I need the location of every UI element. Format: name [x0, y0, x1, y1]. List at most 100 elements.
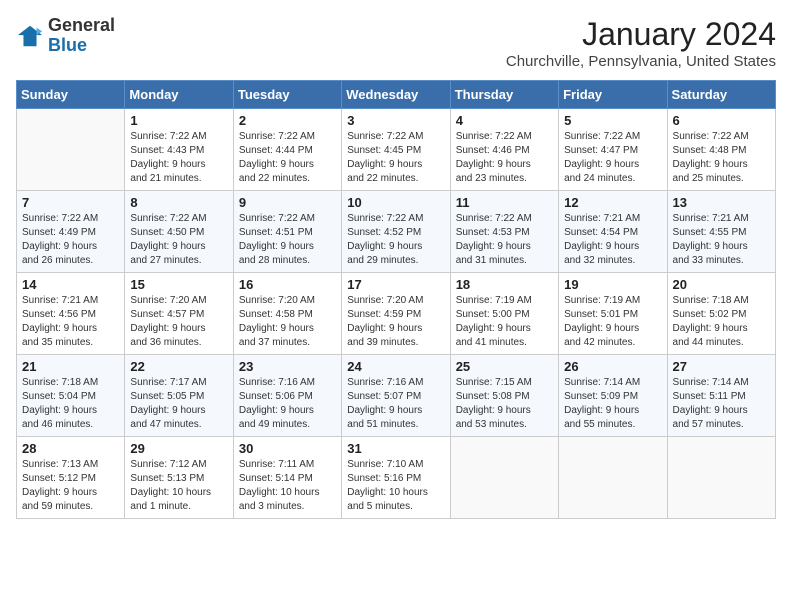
- day-info: Sunrise: 7:13 AMSunset: 5:12 PMDaylight:…: [22, 458, 119, 514]
- calendar-cell: 28 Sunrise: 7:13 AMSunset: 5:12 PMDayligh…: [17, 437, 125, 519]
- day-header-thursday: Thursday: [450, 81, 558, 109]
- calendar-cell: 20Sunrise: 7:18 AMSunset: 5:02 PMDayligh…: [667, 273, 775, 355]
- day-number: 23: [239, 359, 336, 374]
- day-number: 8: [130, 195, 227, 210]
- calendar-cell: 5Sunrise: 7:22 AMSunset: 4:47 PMDaylight…: [559, 109, 667, 191]
- day-info: Sunrise: 7:11 AMSunset: 5:14 PMDaylight:…: [239, 458, 336, 514]
- calendar-cell: [450, 437, 558, 519]
- calendar-cell: 31Sunrise: 7:10 AMSunset: 5:16 PMDayligh…: [342, 437, 450, 519]
- location: Churchville, Pennsylvania, United States: [506, 53, 776, 70]
- calendar-table: SundayMondayTuesdayWednesdayThursdayFrid…: [16, 80, 776, 519]
- day-info: Sunrise: 7:16 AMSunset: 5:07 PMDaylight:…: [347, 376, 444, 432]
- day-number: 19: [564, 277, 661, 292]
- day-number: 11: [456, 195, 553, 210]
- day-number: 16: [239, 277, 336, 292]
- day-info: Sunrise: 7:14 AMSunset: 5:09 PMDaylight:…: [564, 376, 661, 432]
- day-number: 15: [130, 277, 227, 292]
- day-number: 25: [456, 359, 553, 374]
- calendar-cell: 1 Sunrise: 7:22 AMSunset: 4:43 PMDaylight…: [125, 109, 233, 191]
- day-number: 31: [347, 441, 444, 456]
- day-info: Sunrise: 7:22 AMSunset: 4:43 PMDaylight:…: [130, 130, 227, 186]
- day-info: Sunrise: 7:21 AMSunset: 4:55 PMDaylight:…: [673, 212, 770, 268]
- calendar-cell: 10 Sunrise: 7:22 AMSunset: 4:52 PMDayligh…: [342, 191, 450, 273]
- week-row-5: 28 Sunrise: 7:13 AMSunset: 5:12 PMDayligh…: [17, 437, 776, 519]
- day-number: 22: [130, 359, 227, 374]
- day-info: Sunrise: 7:19 AMSunset: 5:01 PMDaylight:…: [564, 294, 661, 350]
- calendar-cell: 29Sunrise: 7:12 AMSunset: 5:13 PMDayligh…: [125, 437, 233, 519]
- day-number: 26: [564, 359, 661, 374]
- calendar-header-row: SundayMondayTuesdayWednesdayThursdayFrid…: [17, 81, 776, 109]
- day-header-monday: Monday: [125, 81, 233, 109]
- day-number: 9: [239, 195, 336, 210]
- calendar-cell: 12 Sunrise: 7:21 AMSunset: 4:54 PMDayligh…: [559, 191, 667, 273]
- day-info: Sunrise: 7:17 AMSunset: 5:05 PMDaylight:…: [130, 376, 227, 432]
- calendar-cell: 11 Sunrise: 7:22 AMSunset: 4:53 PMDayligh…: [450, 191, 558, 273]
- day-number: 2: [239, 113, 336, 128]
- day-number: 1: [130, 113, 227, 128]
- day-info: Sunrise: 7:22 AMSunset: 4:53 PMDaylight:…: [456, 212, 553, 268]
- calendar-cell: [17, 109, 125, 191]
- week-row-1: 1 Sunrise: 7:22 AMSunset: 4:43 PMDaylight…: [17, 109, 776, 191]
- day-number: 18: [456, 277, 553, 292]
- day-info: Sunrise: 7:18 AMSunset: 5:04 PMDaylight:…: [22, 376, 119, 432]
- calendar-cell: 14 Sunrise: 7:21 AMSunset: 4:56 PMDayligh…: [17, 273, 125, 355]
- day-header-tuesday: Tuesday: [233, 81, 341, 109]
- day-info: Sunrise: 7:20 AMSunset: 4:58 PMDaylight:…: [239, 294, 336, 350]
- day-info: Sunrise: 7:22 AMSunset: 4:52 PMDaylight:…: [347, 212, 444, 268]
- day-info: Sunrise: 7:22 AMSunset: 4:44 PMDaylight:…: [239, 130, 336, 186]
- day-info: Sunrise: 7:20 AMSunset: 4:57 PMDaylight:…: [130, 294, 227, 350]
- calendar-cell: 19 Sunrise: 7:19 AMSunset: 5:01 PMDayligh…: [559, 273, 667, 355]
- calendar-cell: 22 Sunrise: 7:17 AMSunset: 5:05 PMDayligh…: [125, 355, 233, 437]
- header: General Blue January 2024 Churchville, P…: [16, 16, 776, 70]
- day-number: 5: [564, 113, 661, 128]
- day-info: Sunrise: 7:18 AMSunset: 5:02 PMDaylight:…: [673, 294, 770, 350]
- day-info: Sunrise: 7:20 AMSunset: 4:59 PMDaylight:…: [347, 294, 444, 350]
- day-info: Sunrise: 7:22 AMSunset: 4:49 PMDaylight:…: [22, 212, 119, 268]
- day-header-sunday: Sunday: [17, 81, 125, 109]
- calendar-cell: 8Sunrise: 7:22 AMSunset: 4:50 PMDaylight…: [125, 191, 233, 273]
- calendar-cell: [667, 437, 775, 519]
- day-info: Sunrise: 7:14 AMSunset: 5:11 PMDaylight:…: [673, 376, 770, 432]
- day-number: 10: [347, 195, 444, 210]
- week-row-4: 21 Sunrise: 7:18 AMSunset: 5:04 PMDayligh…: [17, 355, 776, 437]
- day-number: 7: [22, 195, 119, 210]
- calendar-cell: 25Sunrise: 7:15 AMSunset: 5:08 PMDayligh…: [450, 355, 558, 437]
- calendar-cell: 15 Sunrise: 7:20 AMSunset: 4:57 PMDayligh…: [125, 273, 233, 355]
- calendar-cell: 18 Sunrise: 7:19 AMSunset: 5:00 PMDayligh…: [450, 273, 558, 355]
- day-number: 12: [564, 195, 661, 210]
- day-number: 21: [22, 359, 119, 374]
- day-number: 14: [22, 277, 119, 292]
- calendar-cell: 3Sunrise: 7:22 AMSunset: 4:45 PMDaylight…: [342, 109, 450, 191]
- day-info: Sunrise: 7:19 AMSunset: 5:00 PMDaylight:…: [456, 294, 553, 350]
- day-number: 29: [130, 441, 227, 456]
- calendar-cell: 9 Sunrise: 7:22 AMSunset: 4:51 PMDaylight…: [233, 191, 341, 273]
- logo-text: General Blue: [48, 16, 115, 56]
- calendar-cell: 27Sunrise: 7:14 AMSunset: 5:11 PMDayligh…: [667, 355, 775, 437]
- day-info: Sunrise: 7:22 AMSunset: 4:48 PMDaylight:…: [673, 130, 770, 186]
- day-number: 3: [347, 113, 444, 128]
- day-number: 4: [456, 113, 553, 128]
- day-info: Sunrise: 7:22 AMSunset: 4:51 PMDaylight:…: [239, 212, 336, 268]
- calendar-cell: [559, 437, 667, 519]
- calendar-cell: 30Sunrise: 7:11 AMSunset: 5:14 PMDayligh…: [233, 437, 341, 519]
- day-info: Sunrise: 7:21 AMSunset: 4:54 PMDaylight:…: [564, 212, 661, 268]
- title-area: January 2024 Churchville, Pennsylvania, …: [506, 16, 776, 70]
- logo-icon: [16, 22, 44, 50]
- calendar-cell: 6 Sunrise: 7:22 AMSunset: 4:48 PMDaylight…: [667, 109, 775, 191]
- day-number: 13: [673, 195, 770, 210]
- day-number: 28: [22, 441, 119, 456]
- day-number: 6: [673, 113, 770, 128]
- day-number: 17: [347, 277, 444, 292]
- day-header-saturday: Saturday: [667, 81, 775, 109]
- calendar-body: 1 Sunrise: 7:22 AMSunset: 4:43 PMDaylight…: [17, 109, 776, 519]
- calendar-cell: 4Sunrise: 7:22 AMSunset: 4:46 PMDaylight…: [450, 109, 558, 191]
- logo: General Blue: [16, 16, 115, 56]
- calendar-cell: 21 Sunrise: 7:18 AMSunset: 5:04 PMDayligh…: [17, 355, 125, 437]
- day-header-wednesday: Wednesday: [342, 81, 450, 109]
- calendar-cell: 13 Sunrise: 7:21 AMSunset: 4:55 PMDayligh…: [667, 191, 775, 273]
- day-number: 24: [347, 359, 444, 374]
- day-info: Sunrise: 7:21 AMSunset: 4:56 PMDaylight:…: [22, 294, 119, 350]
- day-info: Sunrise: 7:16 AMSunset: 5:06 PMDaylight:…: [239, 376, 336, 432]
- day-header-friday: Friday: [559, 81, 667, 109]
- calendar-cell: 23 Sunrise: 7:16 AMSunset: 5:06 PMDayligh…: [233, 355, 341, 437]
